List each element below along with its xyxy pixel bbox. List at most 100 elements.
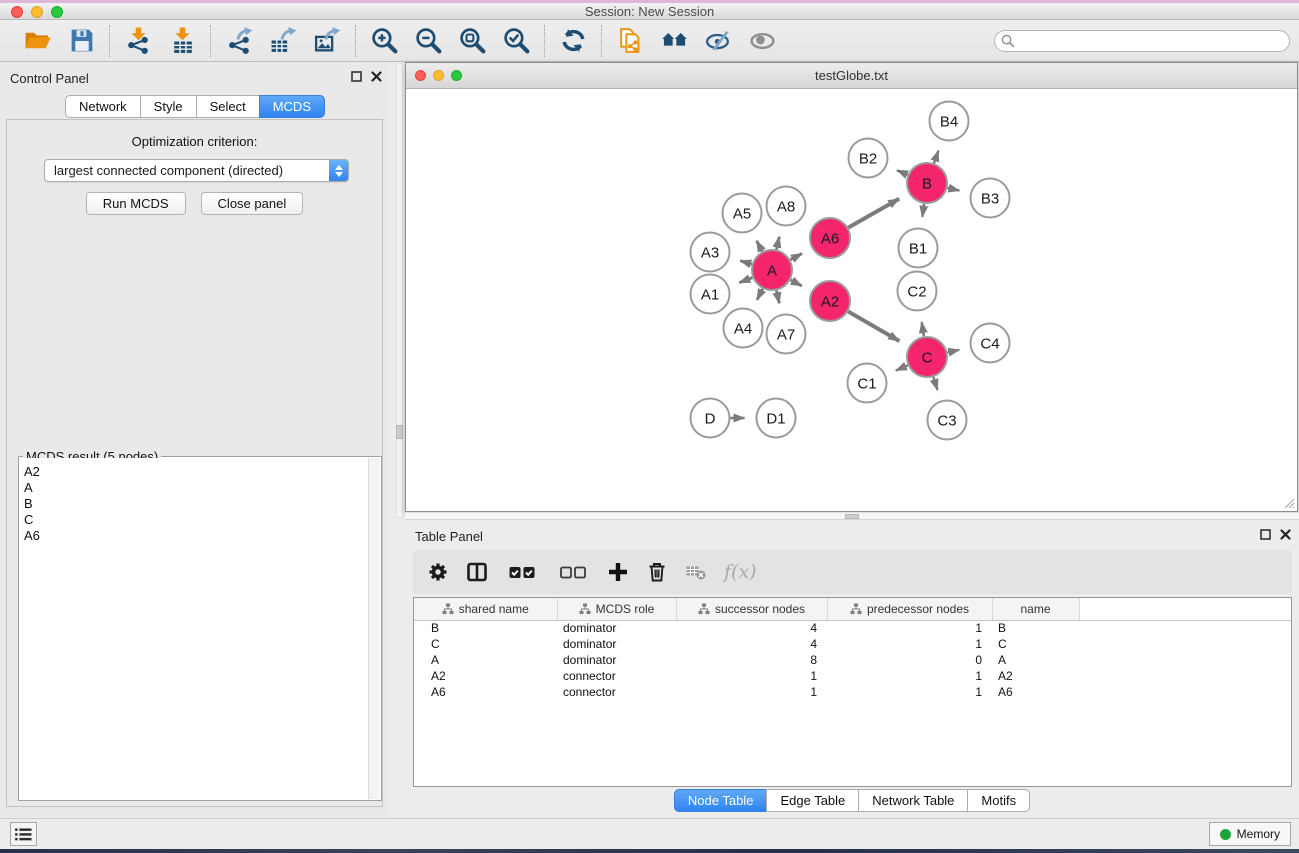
resize-grip-icon[interactable] (1283, 497, 1295, 509)
node-A2[interactable]: A2 (810, 281, 850, 321)
result-item[interactable]: B (24, 496, 364, 512)
node-A1[interactable]: A1 (691, 275, 730, 314)
network-close-button[interactable] (415, 70, 426, 81)
edge-C-C3[interactable] (933, 377, 937, 390)
node-C4[interactable]: C4 (971, 324, 1010, 363)
edge-A-A7[interactable] (776, 291, 779, 304)
node-A7[interactable]: A7 (767, 315, 806, 354)
tab-network[interactable]: Network (65, 95, 141, 118)
select-all-button[interactable] (505, 561, 539, 583)
close-panel-button[interactable]: Close panel (201, 192, 304, 215)
node-A4[interactable]: A4 (724, 309, 763, 348)
import-table-button[interactable] (164, 24, 200, 58)
tab-style[interactable]: Style (140, 95, 197, 118)
cell-shared-name[interactable]: A6 (414, 684, 557, 700)
node-B[interactable]: B (907, 163, 947, 203)
minimize-window-button[interactable] (31, 6, 43, 18)
node-A[interactable]: A (752, 250, 792, 290)
result-list-scrollbar[interactable] (368, 458, 380, 799)
float-panel-icon[interactable] (351, 71, 362, 82)
session-compare-button[interactable] (612, 24, 648, 58)
close-panel-icon[interactable] (371, 71, 382, 82)
horizontal-divider-handle[interactable] (845, 514, 859, 519)
cell-name[interactable]: B (992, 620, 1079, 636)
edge-A-A1[interactable] (739, 278, 752, 283)
cell-name[interactable]: A2 (992, 668, 1079, 684)
tab-mcds[interactable]: MCDS (259, 95, 325, 118)
edge-B-B4[interactable] (934, 151, 938, 164)
cell-predecessor-nodes[interactable]: 1 (827, 668, 992, 684)
column-header-name[interactable]: name (992, 598, 1079, 620)
export-network-button[interactable] (221, 24, 257, 58)
edge-A-A4[interactable] (757, 289, 763, 300)
node-C3[interactable]: C3 (928, 401, 967, 440)
show-panels-button[interactable] (10, 822, 37, 846)
zoom-fit-button[interactable] (454, 24, 490, 58)
deselect-all-button[interactable] (556, 561, 590, 583)
edge-B-B2[interactable] (897, 170, 908, 175)
column-header-MCDS-role[interactable]: MCDS role (557, 598, 676, 620)
cell-successor-nodes[interactable]: 1 (676, 684, 827, 700)
cell-successor-nodes[interactable]: 4 (676, 620, 827, 636)
cell-predecessor-nodes[interactable]: 0 (827, 652, 992, 668)
cell-shared-name[interactable]: B (414, 620, 557, 636)
table-row[interactable]: Bdominator41B (414, 620, 1291, 636)
delete-column-button[interactable] (646, 561, 668, 583)
result-item[interactable]: A6 (24, 528, 364, 544)
edge-A2-C[interactable] (848, 311, 899, 341)
cell-name[interactable]: C (992, 636, 1079, 652)
memory-button[interactable]: Memory (1209, 822, 1291, 846)
save-session-button[interactable] (63, 24, 99, 58)
close-window-button[interactable] (11, 6, 23, 18)
tab-motifs[interactable]: Motifs (967, 789, 1030, 812)
table-row[interactable]: A2connector11A2 (414, 668, 1291, 684)
cell-successor-nodes[interactable]: 4 (676, 636, 827, 652)
cell-successor-nodes[interactable]: 8 (676, 652, 827, 668)
cell-MCDS-role[interactable]: dominator (557, 636, 676, 652)
node-B4[interactable]: B4 (930, 102, 969, 141)
refresh-button[interactable] (555, 24, 591, 58)
node-A5[interactable]: A5 (723, 194, 762, 233)
horizontal-split-divider[interactable] (405, 512, 1299, 520)
edge-C-C4[interactable] (947, 350, 959, 353)
run-mcds-button[interactable]: Run MCDS (86, 192, 186, 215)
zoom-selected-button[interactable] (498, 24, 534, 58)
edge-A-A6[interactable] (790, 253, 802, 259)
add-column-button[interactable] (607, 561, 629, 583)
edge-B-B1[interactable] (922, 204, 924, 217)
edge-A-A8[interactable] (776, 237, 779, 250)
zoom-out-button[interactable] (410, 24, 446, 58)
cell-shared-name[interactable]: C (414, 636, 557, 652)
split-columns-button[interactable] (466, 561, 488, 583)
show-graphics-button[interactable] (744, 24, 780, 58)
result-item[interactable]: A (24, 480, 364, 496)
hide-vizmapper-button[interactable] (700, 24, 736, 58)
node-A3[interactable]: A3 (691, 233, 730, 272)
node-C1[interactable]: C1 (848, 364, 887, 403)
home-button[interactable] (656, 24, 692, 58)
search-input[interactable] (994, 30, 1290, 52)
cell-name[interactable]: A6 (992, 684, 1079, 700)
node-C[interactable]: C (907, 337, 947, 377)
column-header-successor-nodes[interactable]: successor nodes (676, 598, 827, 620)
cell-successor-nodes[interactable]: 1 (676, 668, 827, 684)
mcds-result-list[interactable]: A2ABCA6 (20, 458, 368, 799)
edge-B-B3[interactable] (947, 188, 959, 191)
zoom-in-button[interactable] (366, 24, 402, 58)
result-item[interactable]: A2 (24, 464, 364, 480)
gear-button[interactable] (427, 561, 449, 583)
vertical-split-divider[interactable] (390, 62, 405, 818)
cell-predecessor-nodes[interactable]: 1 (827, 620, 992, 636)
close-panel-icon[interactable] (1280, 529, 1291, 540)
criterion-dropdown[interactable]: largest connected component (directed) (44, 159, 349, 182)
node-A8[interactable]: A8 (767, 187, 806, 226)
cell-shared-name[interactable]: A (414, 652, 557, 668)
node-B1[interactable]: B1 (899, 229, 938, 268)
edge-A6-B[interactable] (848, 199, 899, 228)
result-item[interactable]: C (24, 512, 364, 528)
node-C2[interactable]: C2 (898, 272, 937, 311)
float-panel-icon[interactable] (1260, 529, 1271, 540)
node-D1[interactable]: D1 (757, 399, 796, 438)
table-row[interactable]: Adominator80A (414, 652, 1291, 668)
table-row[interactable]: A6connector11A6 (414, 684, 1291, 700)
